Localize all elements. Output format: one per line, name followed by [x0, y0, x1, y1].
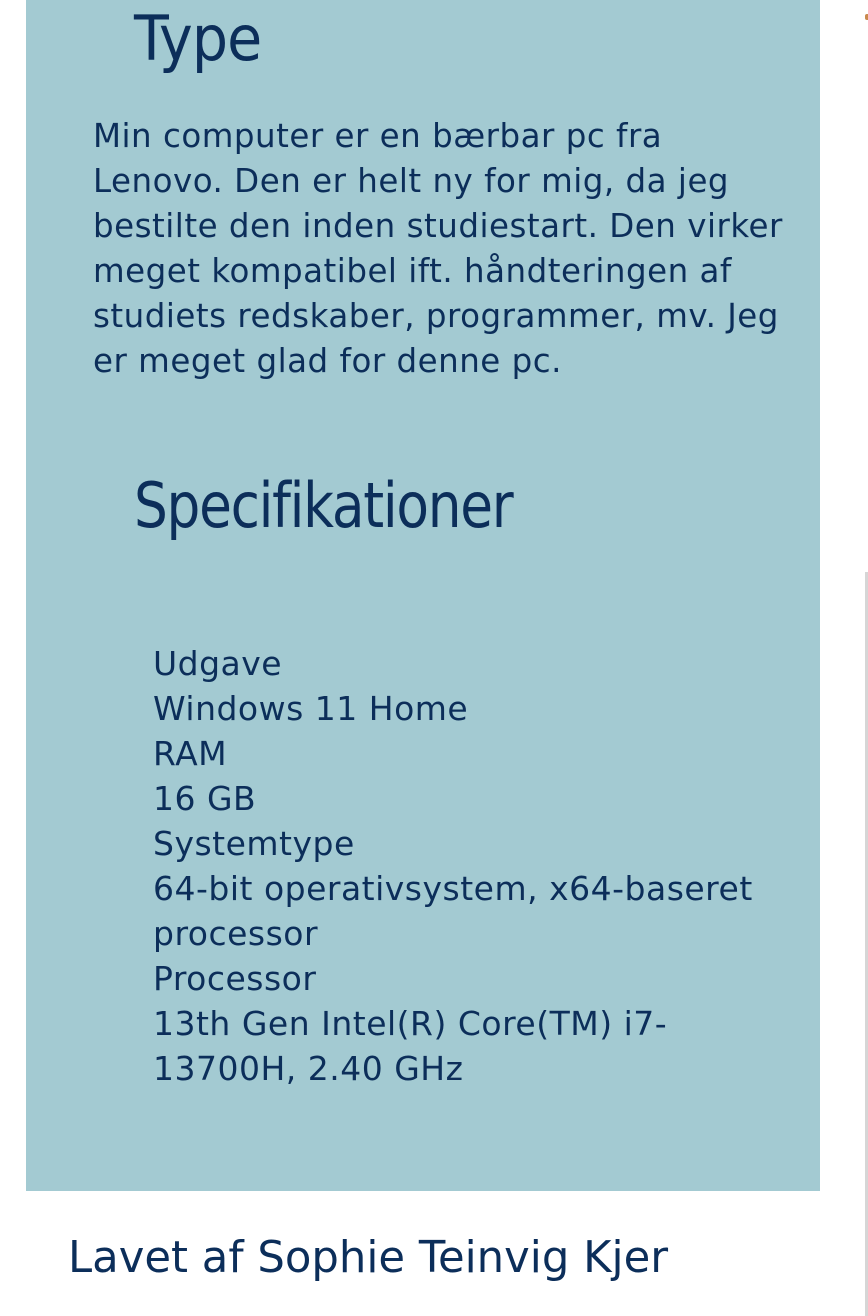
content-card: Type Min computer er en bærbar pc fra Le… — [26, 0, 820, 1191]
spec-value: 13th Gen Intel(R) Core(TM) i7-13700H, 2.… — [153, 1004, 668, 1088]
spec-label: RAM — [153, 734, 228, 773]
spec-value: Windows 11 Home — [153, 689, 469, 728]
type-description: Min computer er en bærbar pc fra Lenovo.… — [93, 116, 783, 380]
footer-credit: Lavet af Sophie Teinvig Kjer — [68, 1232, 669, 1283]
spec-value: 16 GB — [153, 779, 257, 818]
spec-label: Systemtype — [153, 824, 355, 863]
spec-item-systemtype: Systemtype 64-bit operativsystem, x64-ba… — [153, 821, 753, 956]
specifications-list: Udgave Windows 11 Home RAM 16 GB Systemt… — [153, 641, 753, 1091]
spec-item-processor: Processor 13th Gen Intel(R) Core(TM) i7-… — [153, 956, 753, 1091]
type-heading: Type — [134, 2, 262, 75]
spec-item-ram: RAM 16 GB — [153, 731, 753, 821]
spec-label: Udgave — [153, 644, 283, 683]
spec-label: Processor — [153, 959, 317, 998]
specifications-heading: Specifikationer — [134, 469, 514, 542]
spec-value: 64-bit operativsystem, x64-baseret proce… — [153, 869, 753, 953]
spec-item-edition: Udgave Windows 11 Home — [153, 641, 753, 731]
